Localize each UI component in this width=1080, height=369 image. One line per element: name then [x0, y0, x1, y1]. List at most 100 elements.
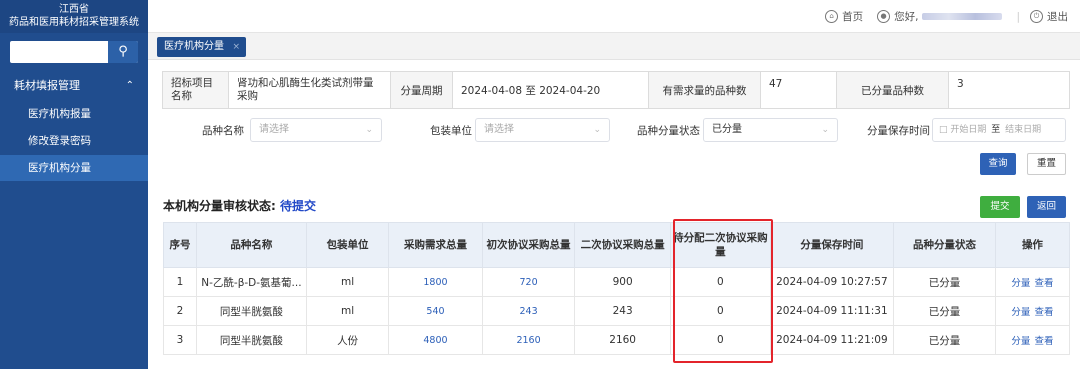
unit-label: 包装单位 — [430, 125, 472, 137]
col-header-no: 序号 — [163, 222, 197, 268]
calendar-icon: □ — [939, 125, 948, 135]
menu-search-input[interactable]: ⚲ — [10, 41, 138, 63]
menu-group-label: 耗材填报管理 — [14, 79, 80, 92]
table-row: 2 同型半胱氨酸 ml 540 243 243 0 2024-04-09 11:… — [163, 296, 1071, 326]
demand-count-value: 47 — [760, 71, 837, 109]
row-no: 1 — [163, 267, 197, 297]
chevron-down-icon: ⌄ — [365, 125, 373, 135]
sidebar-item-report[interactable]: 医疗机构报量 — [0, 101, 148, 127]
row-status: 已分量 — [893, 296, 996, 326]
end-date-placeholder: 结束日期 — [1005, 125, 1042, 135]
row-pending: 0 — [669, 267, 771, 297]
user-icon: ● — [877, 10, 891, 23]
tab-label: 医疗机构分量 — [164, 41, 224, 52]
row-name: 同型半胱氨酸 — [195, 325, 307, 355]
query-button[interactable]: 查询 — [980, 153, 1016, 175]
view-link[interactable]: 查看 — [1034, 336, 1053, 347]
variety-placeholder: 请选择 — [259, 124, 289, 135]
project-value: 肾功和心肌酶生化类试剂带量采购 — [228, 71, 391, 109]
row-time: 2024-04-09 11:11:31 — [769, 296, 895, 326]
row-ops: 分量 查看 — [994, 296, 1071, 326]
row-demand[interactable]: 540 — [388, 296, 483, 326]
allocated-count-value: 3 — [948, 71, 1070, 109]
filter-bar: 品种名称 请选择 ⌄ 包装单位 请选择 ⌄ 品种分量状态 已分量 ⌄ 分量保存时… — [148, 118, 1080, 144]
row-status: 已分量 — [893, 325, 996, 355]
row-name: N-乙酰-β-D-氨基葡... — [195, 267, 307, 297]
top-bar: ⌂ 首页 ● 您好, | ⏻ 退出 — [148, 0, 1080, 33]
row-second: 900 — [574, 267, 671, 297]
row-unit: ml — [305, 296, 390, 326]
project-label: 招标项目名称 — [162, 71, 229, 109]
unit-placeholder: 请选择 — [484, 124, 514, 135]
tab-allocation[interactable]: 医疗机构分量 × — [157, 37, 246, 57]
col-header-second: 二次协议采购总量 — [574, 222, 671, 268]
logout-link[interactable]: 退出 — [1047, 9, 1068, 24]
row-no: 2 — [163, 296, 197, 326]
allocate-link[interactable]: 分量 — [1011, 336, 1030, 347]
divider: | — [1016, 10, 1020, 23]
variety-label: 品种名称 — [202, 125, 244, 137]
row-second: 243 — [574, 296, 671, 326]
row-status: 已分量 — [893, 267, 996, 297]
allocation-table: 序号 品种名称 包装单位 采购需求总量 初次协议采购总量 二次协议采购总量 待分… — [163, 222, 1071, 355]
chevron-down-icon: ⌄ — [593, 125, 601, 135]
col-header-name: 品种名称 — [195, 222, 307, 268]
row-pending: 0 — [669, 325, 771, 355]
save-time-label: 分量保存时间 — [867, 125, 930, 137]
row-first[interactable]: 720 — [481, 267, 576, 297]
row-pending: 0 — [669, 296, 771, 326]
unit-select[interactable]: 请选择 ⌄ — [475, 118, 610, 142]
reset-button[interactable]: 重置 — [1027, 153, 1066, 175]
allocated-count-label: 已分量品种数 — [836, 71, 949, 109]
col-header-ops: 操作 — [994, 222, 1071, 268]
view-link[interactable]: 查看 — [1034, 307, 1053, 318]
greeting-text: 您好, — [894, 11, 919, 23]
back-button[interactable]: 返回 — [1027, 196, 1066, 218]
row-time: 2024-04-09 10:27:57 — [769, 267, 895, 297]
demand-count-label: 有需求量的品种数 — [648, 71, 761, 109]
col-header-demand: 采购需求总量 — [388, 222, 483, 268]
row-first[interactable]: 243 — [481, 296, 576, 326]
status-selected: 已分量 — [712, 124, 742, 135]
allocate-link[interactable]: 分量 — [1011, 307, 1030, 318]
row-ops: 分量 查看 — [994, 325, 1071, 355]
logo-line-1: 江西省 — [59, 4, 89, 15]
row-unit: 人份 — [305, 325, 390, 355]
review-status-label: 本机构分量审核状态: — [163, 199, 276, 213]
view-link[interactable]: 查看 — [1034, 278, 1053, 289]
row-no: 3 — [163, 325, 197, 355]
sidebar-item-password[interactable]: 修改登录密码 — [0, 128, 148, 154]
logout-icon[interactable]: ⏻ — [1030, 10, 1043, 23]
search-icon[interactable]: ⚲ — [108, 41, 138, 63]
row-first[interactable]: 2160 — [481, 325, 576, 355]
col-header-unit: 包装单位 — [305, 222, 390, 268]
allocate-link[interactable]: 分量 — [1011, 278, 1030, 289]
submit-button[interactable]: 提交 — [980, 196, 1020, 218]
chevron-up-icon: ⌃ — [125, 80, 134, 91]
menu-group-consumables[interactable]: 耗材填报管理 ⌃ — [0, 75, 148, 97]
row-demand[interactable]: 4800 — [388, 325, 483, 355]
logo-line-2: 药品和医用耗材招采管理系统 — [9, 17, 139, 28]
col-header-first: 初次协议采购总量 — [481, 222, 576, 268]
date-range-picker[interactable]: □ 开始日期 至 结束日期 — [932, 118, 1066, 142]
home-link[interactable]: 首页 — [842, 9, 863, 24]
table-header-row: 序号 品种名称 包装单位 采购需求总量 初次协议采购总量 二次协议采购总量 待分… — [163, 222, 1071, 268]
table-row: 3 同型半胱氨酸 人份 4800 2160 2160 0 2024-04-09 … — [163, 325, 1071, 355]
sidebar-item-allocation[interactable]: 医疗机构分量 — [0, 155, 148, 181]
range-separator: 至 — [991, 125, 1001, 135]
close-icon[interactable]: × — [232, 37, 240, 57]
col-header-pending: 待分配二次协议采购量 — [669, 222, 771, 268]
row-second: 2160 — [574, 325, 671, 355]
row-name: 同型半胱氨酸 — [195, 296, 307, 326]
status-select[interactable]: 已分量 ⌄ — [703, 118, 838, 142]
period-value: 2024-04-08 至 2024-04-20 — [452, 71, 649, 109]
app-logo: 江西省 药品和医用耗材招采管理系统 — [0, 0, 148, 33]
home-icon[interactable]: ⌂ — [825, 10, 839, 23]
row-demand[interactable]: 1800 — [388, 267, 483, 297]
variety-select[interactable]: 请选择 ⌄ — [250, 118, 382, 142]
review-status: 本机构分量审核状态: 待提交 — [163, 197, 316, 214]
project-info-table: 招标项目名称 肾功和心肌酶生化类试剂带量采购 分量周期 2024-04-08 至… — [162, 71, 1070, 109]
start-date-placeholder: 开始日期 — [950, 125, 987, 135]
status-filter-label: 品种分量状态 — [637, 125, 700, 137]
row-time: 2024-04-09 11:21:09 — [769, 325, 895, 355]
